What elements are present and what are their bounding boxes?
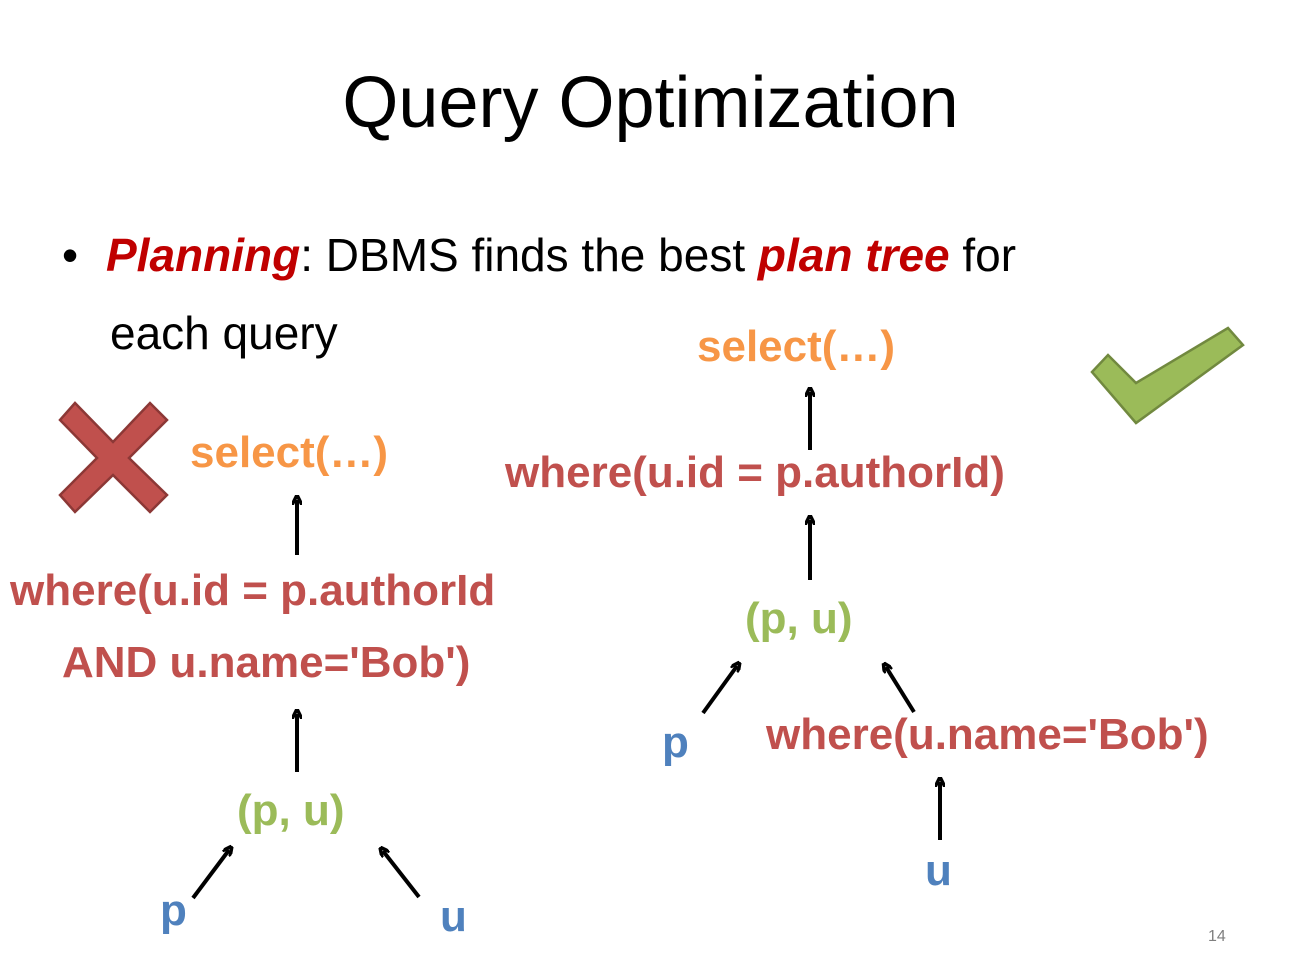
right-select-node: select(…) — [697, 322, 896, 371]
right-table-p: p — [662, 718, 689, 767]
left-select-node: select(…) — [190, 428, 389, 477]
left-where-node-line2: AND u.name='Bob') — [62, 638, 471, 687]
arrow-diagonal-icon — [886, 667, 916, 714]
left-table-u: u — [440, 892, 467, 941]
right-where-node: where(u.id = p.authorId) — [505, 448, 1005, 497]
arrow-diagonal-icon — [383, 851, 421, 899]
right-where-filter-node: where(u.name='Bob') — [766, 710, 1209, 759]
arrow-diagonal-icon — [701, 666, 737, 715]
arrow-diagonal-icon — [191, 850, 229, 900]
right-table-u: u — [925, 846, 952, 895]
check-icon — [1090, 326, 1245, 425]
left-where-node-line1: where(u.id = p.authorId — [10, 566, 496, 615]
right-join-node: (p, u) — [745, 594, 853, 643]
left-table-p: p — [160, 886, 187, 935]
left-tree-arrows — [191, 500, 421, 900]
cross-icon — [58, 401, 169, 514]
page-number: 14 — [1208, 928, 1226, 945]
left-join-node: (p, u) — [237, 786, 345, 835]
